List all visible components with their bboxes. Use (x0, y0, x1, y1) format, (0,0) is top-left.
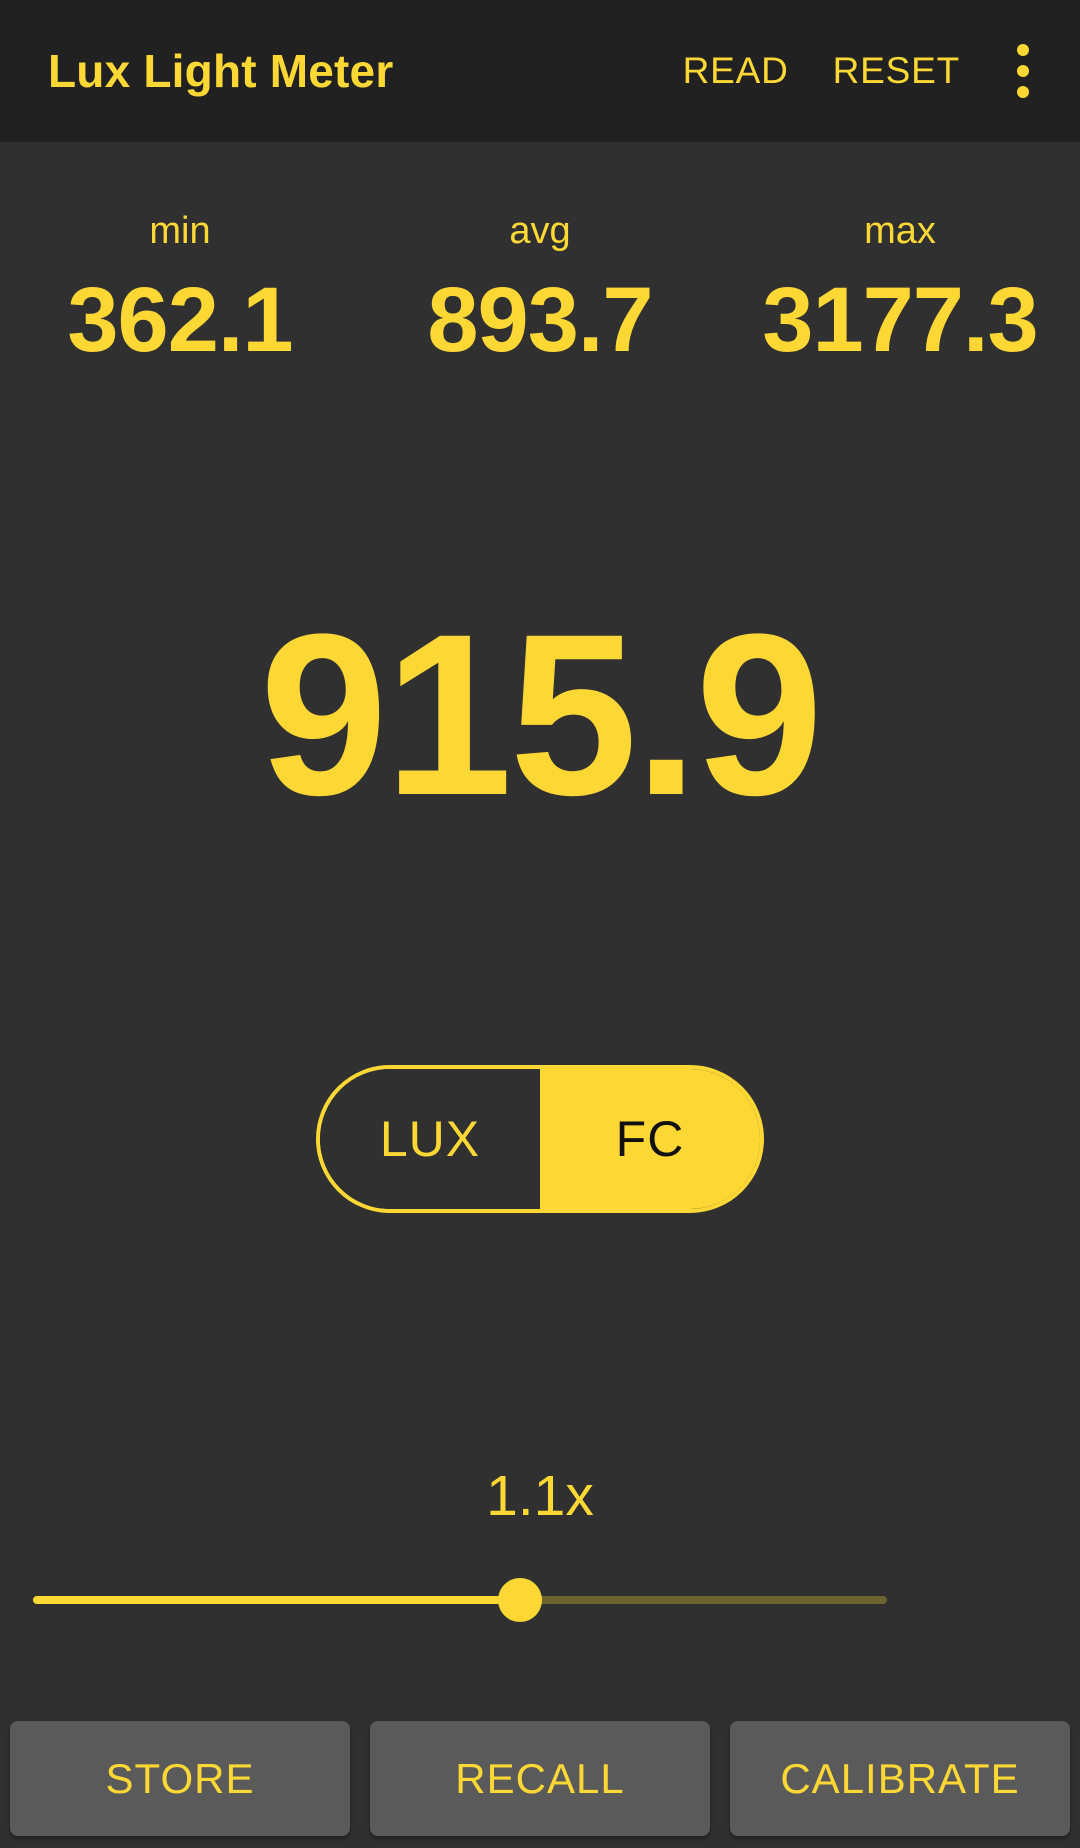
unit-option-lux[interactable]: LUX (320, 1069, 540, 1209)
more-vert-dot (1017, 86, 1029, 98)
stat-min-value: 362.1 (67, 269, 293, 371)
stat-min-label: min (149, 210, 211, 252)
unit-toggle-container: LUX FC (0, 1065, 1080, 1213)
current-reading-container: 915.9 (0, 600, 1080, 830)
stat-max-value: 3177.3 (762, 269, 1038, 371)
stat-max-label: max (864, 210, 936, 252)
stats-row: min 362.1 avg 893.7 max 3177.3 (0, 142, 1080, 366)
more-vert-dot (1017, 44, 1029, 56)
stat-min: min 362.1 (0, 142, 360, 366)
more-vert-icon[interactable] (992, 28, 1054, 114)
app-bar: Lux Light Meter READ RESET (0, 0, 1080, 142)
stat-avg-label: avg (509, 210, 571, 252)
zoom-slider-thumb[interactable] (497, 1578, 542, 1622)
zoom-multiplier-label: 1.1x (486, 1464, 594, 1528)
more-vert-dot (1017, 65, 1029, 77)
current-reading-value: 915.9 (259, 586, 824, 843)
unit-toggle[interactable]: LUX FC (316, 1065, 764, 1213)
zoom-slider-fill (33, 1596, 520, 1604)
store-button[interactable]: STORE (10, 1721, 350, 1836)
stat-avg: avg 893.7 (360, 142, 720, 366)
calibrate-button[interactable]: CALIBRATE (730, 1721, 1070, 1836)
bottom-action-bar: STORE RECALL CALIBRATE (0, 1700, 1080, 1848)
reset-button[interactable]: RESET (811, 38, 982, 104)
app-bar-actions: READ RESET (661, 28, 1054, 114)
stat-avg-value: 893.7 (427, 269, 653, 371)
stat-max: max 3177.3 (720, 142, 1080, 366)
unit-option-fc[interactable]: FC (540, 1069, 760, 1209)
zoom-slider[interactable] (33, 1560, 887, 1640)
read-button[interactable]: READ (661, 38, 811, 104)
page-title: Lux Light Meter (48, 45, 394, 97)
recall-button[interactable]: RECALL (370, 1721, 710, 1836)
